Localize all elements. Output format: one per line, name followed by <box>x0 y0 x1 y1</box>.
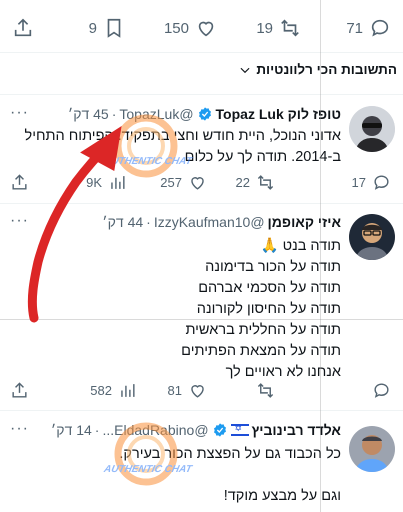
red-arrow-annotation <box>27 126 122 323</box>
